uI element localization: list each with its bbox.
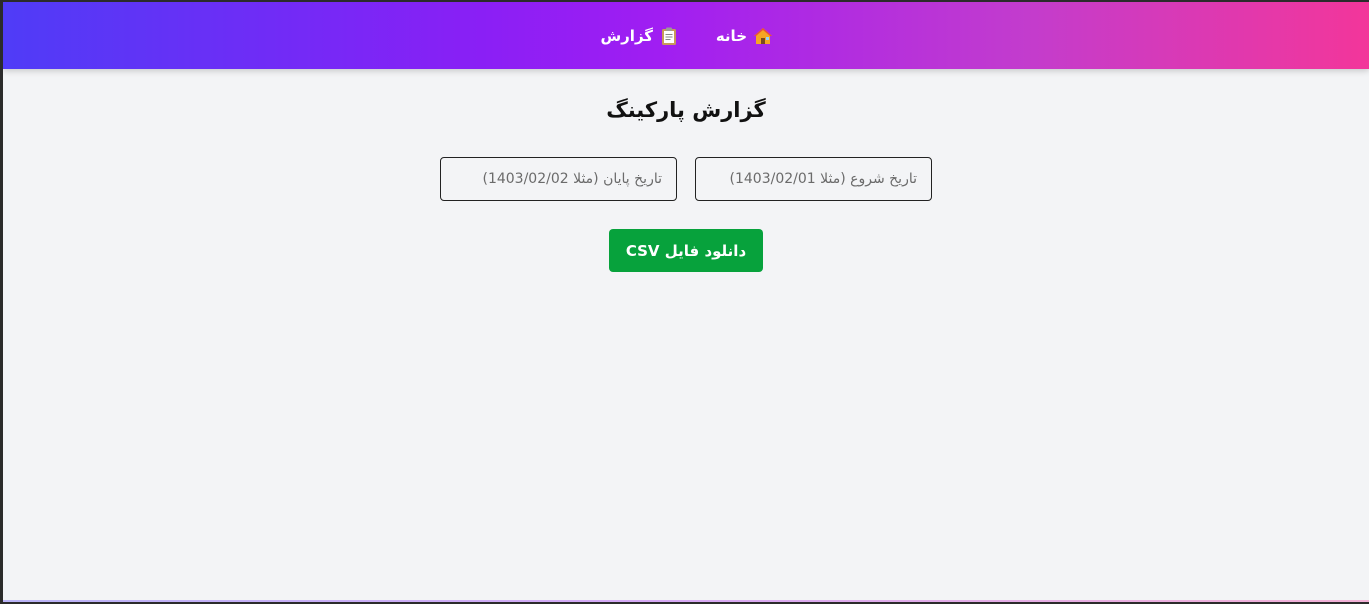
top-navbar: خانه گزارش xyxy=(3,2,1369,69)
nav-link-report[interactable]: گزارش xyxy=(600,24,679,48)
page-title: گزارش پارکینگ xyxy=(606,98,766,122)
house-icon xyxy=(753,26,773,46)
app-window: خانه گزارش گزارش پارکینگ دانلود فایل CSV xyxy=(3,2,1369,602)
start-date-input[interactable] xyxy=(695,157,932,201)
bottom-divider xyxy=(3,600,1369,602)
download-csv-button[interactable]: دانلود فایل CSV xyxy=(609,229,763,272)
clipboard-icon xyxy=(659,26,679,46)
nav-home-label: خانه xyxy=(715,27,747,45)
end-date-input[interactable] xyxy=(440,157,677,201)
nav-link-home[interactable]: خانه xyxy=(716,24,773,48)
nav-report-label: گزارش xyxy=(600,27,653,45)
